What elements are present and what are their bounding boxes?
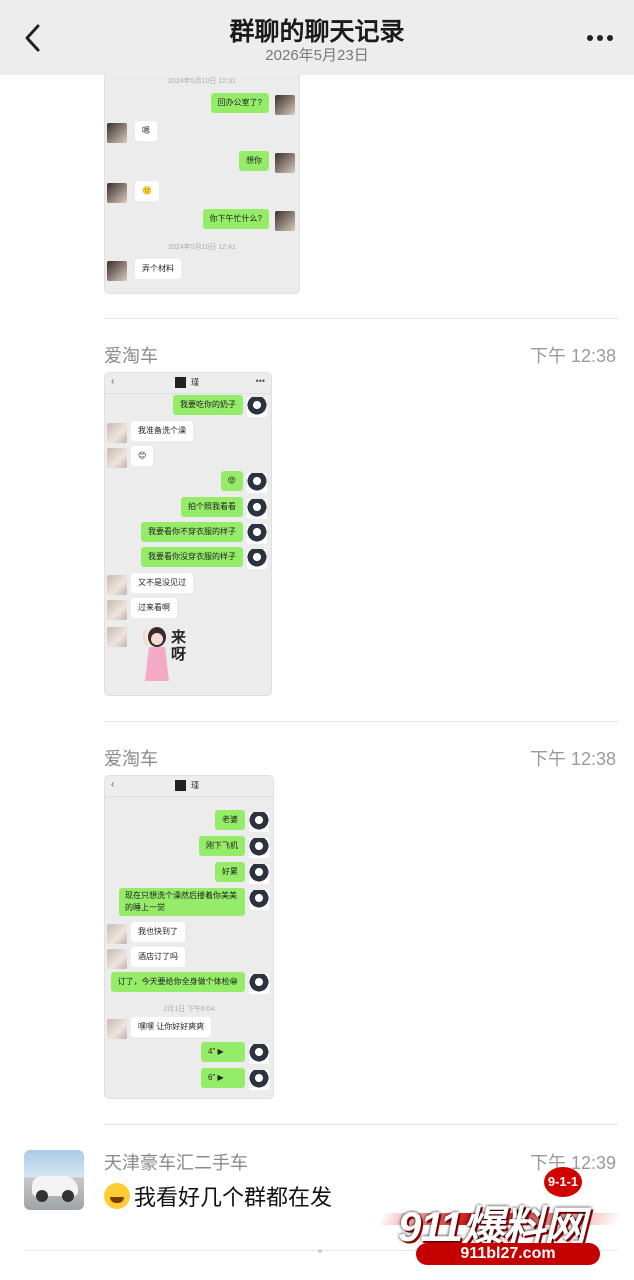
page-title: 群聊的聊天记录 xyxy=(229,18,405,46)
voice-bubble[interactable]: 4" ▶ xyxy=(201,1042,245,1062)
avatar xyxy=(175,780,186,791)
message-text: 我看好几个群都在发 xyxy=(134,1185,333,1210)
chat-bubble: 我准备洗个澡 xyxy=(131,421,193,441)
chat-bubble: 嗯 xyxy=(135,121,157,141)
chat-bubble: 刚下飞机 xyxy=(199,836,245,856)
more-icon xyxy=(587,35,613,41)
chat-bubble: 😡 xyxy=(220,471,243,491)
sender-name: 天津豪车汇二手车 xyxy=(104,1153,248,1173)
message-text-row: 我看好几个群都在发 xyxy=(104,1180,332,1212)
chat-bubble: 我也快到了 xyxy=(131,922,185,942)
screenshot-topbar: ‹ 瑾 ••• xyxy=(105,373,271,394)
chat-bubble: 我要看你没穿衣服的样子 xyxy=(141,547,243,567)
chat-bubble: 回办公室了? xyxy=(210,93,269,113)
top-bar: 群聊的聊天记录 2026年5月23日 xyxy=(0,0,634,75)
back-icon: ‹ xyxy=(111,779,115,790)
timestamp: 2月1日 下午6:04 xyxy=(163,1006,215,1013)
chat-bubble: 老婆 xyxy=(215,810,245,830)
divider xyxy=(104,721,618,722)
chat-bubble: 酒店订了吗 xyxy=(131,947,185,967)
chat-bubble: 想你 xyxy=(239,151,269,171)
timestamp: 2024年5月10日 12:41 xyxy=(168,244,236,251)
sender-name: 爱淘车 xyxy=(104,749,158,769)
watermark-url: 911bl27.com xyxy=(416,1243,600,1265)
chat-bubble: 又不是没见过 xyxy=(131,573,193,593)
chat-bubble: 我要吃你的奶子 xyxy=(173,395,243,415)
page-date: 2026年5月23日 xyxy=(265,47,369,64)
chat-screenshot-image[interactable]: 2024年5月10日 12:31 回办公室了? 嗯 想你 🙂 你下午忙什么? 2… xyxy=(104,40,300,294)
chat-bubble: 好累 xyxy=(215,862,245,882)
screenshot-topbar: ‹ 瑾 xyxy=(105,776,273,797)
sticker-text: 来呀 xyxy=(171,629,187,663)
scroll-indicator xyxy=(318,1249,322,1253)
girl-sticker-icon: 来呀 xyxy=(137,625,197,685)
back-icon: ‹ xyxy=(111,376,115,387)
chat-bubble: 😊 xyxy=(131,446,154,466)
chat-bubble: 🙂 xyxy=(135,181,159,201)
sender-name: 爱淘车 xyxy=(104,346,158,366)
avatar xyxy=(175,377,186,388)
watermark-logo: 9-1-1 911爆料网 911bl27.com xyxy=(377,1165,630,1275)
divider xyxy=(104,318,618,319)
chat-bubble: 你下午忙什么? xyxy=(202,209,269,229)
chat-bubble: 嘿嘿 让你好好爽爽 xyxy=(131,1017,212,1037)
divider xyxy=(104,1124,618,1125)
chat-screenshot-image[interactable]: ‹ 瑾 老婆 刚下飞机 好累 现在只想洗个澡然后搂着你美美的睡上一觉 我也快到了… xyxy=(104,775,274,1099)
contact-name: 瑾 xyxy=(191,781,199,790)
chat-bubble: 拍个照我看看 xyxy=(181,497,243,517)
joy-emoji-icon xyxy=(104,1183,130,1209)
more-icon: ••• xyxy=(255,376,265,386)
message-time: 下午 12:38 xyxy=(529,346,616,366)
chat-screenshot-image[interactable]: ‹ 瑾 ••• 我要吃你的奶子 我准备洗个澡 😊 😡 拍个照我看看 我要看你不穿… xyxy=(104,372,272,696)
chat-bubble: 弄个材料 xyxy=(135,259,181,279)
contact-name: 瑾 xyxy=(191,378,199,387)
more-button[interactable] xyxy=(582,24,618,52)
voice-bubble[interactable]: 6" ▶ xyxy=(201,1068,245,1088)
avatar[interactable] xyxy=(24,1150,84,1210)
chat-bubble: 现在只想洗个澡然后搂着你美美的睡上一觉 xyxy=(119,888,245,916)
message-time: 下午 12:38 xyxy=(529,749,616,769)
timestamp: 2024年5月10日 12:31 xyxy=(168,78,236,85)
chat-bubble: 过来看啊 xyxy=(131,598,177,618)
chat-bubble: 订了，今天要给你全身做个体检😁 xyxy=(110,972,245,992)
chat-bubble: 我要看你不穿衣服的样子 xyxy=(141,522,243,542)
